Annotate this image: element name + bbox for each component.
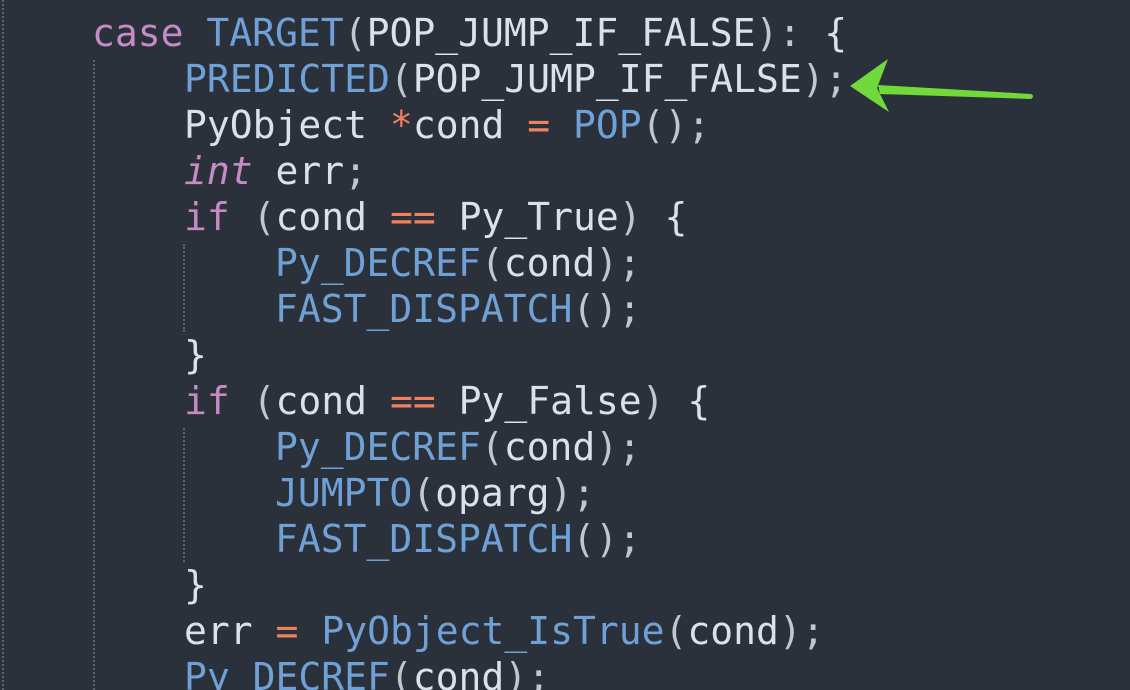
arrow-left-icon	[850, 59, 1033, 112]
annotation-arrow-shaft	[878, 85, 1033, 99]
code-editor[interactable]: case TARGET(POP_JUMP_IF_FALSE): {PREDICT…	[0, 0, 1130, 690]
